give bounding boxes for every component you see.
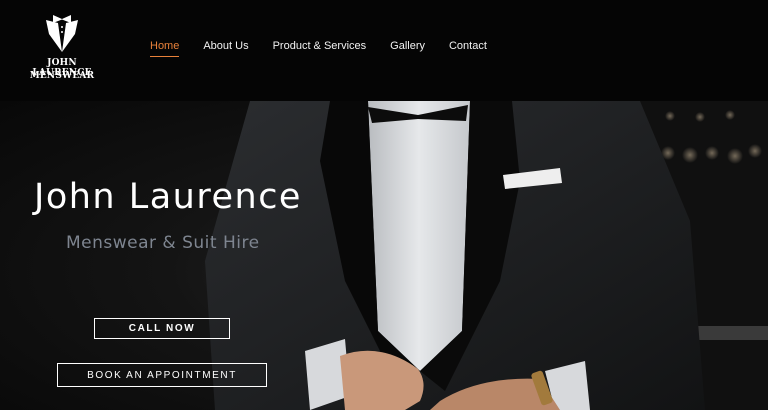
nav-item-gallery[interactable]: Gallery	[390, 40, 425, 60]
nav-item-product-services[interactable]: Product & Services	[273, 40, 367, 60]
hero-title: John Laurence	[34, 177, 302, 217]
nav-item-home[interactable]: Home	[150, 40, 180, 60]
tuxedo-icon	[46, 15, 78, 52]
hero-subtitle: Menswear & Suit Hire	[66, 233, 260, 253]
hero-section: John Laurence Menswear & Suit Hire CALL …	[0, 101, 768, 410]
book-appointment-button[interactable]: BOOK AN APPOINTMENT	[57, 363, 267, 387]
nav-item-about-us[interactable]: About Us	[203, 40, 248, 60]
brand-logo[interactable]: JOHN LAURENCE MENSWEAR	[18, 14, 106, 86]
main-nav: Home About Us Product & Services Gallery…	[150, 40, 511, 60]
site-header: JOHN LAURENCE MENSWEAR Home About Us Pro…	[0, 0, 768, 101]
nav-item-contact[interactable]: Contact	[449, 40, 487, 60]
call-now-button[interactable]: CALL NOW	[94, 318, 230, 339]
brand-tagline: MENSWEAR	[29, 71, 95, 81]
